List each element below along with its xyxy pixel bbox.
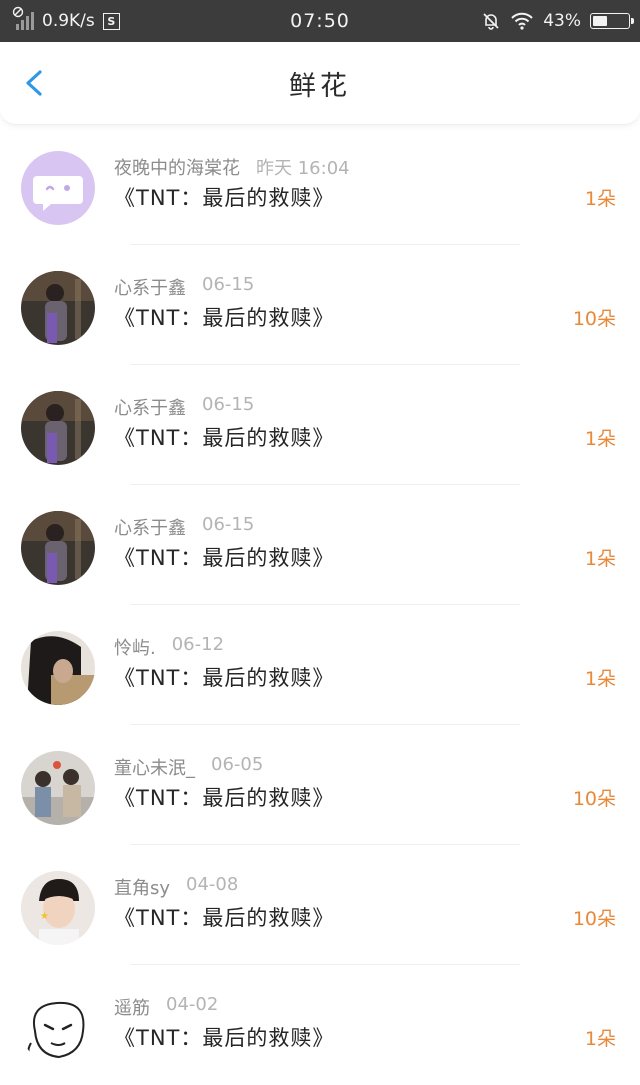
sender-name[interactable]: 童心未泯_: [114, 754, 195, 780]
flower-count: 1朵: [584, 188, 616, 210]
sender-name[interactable]: 心系于鑫: [114, 514, 186, 540]
status-bar: 0.9K/s S 07:50 43% ⚡: [0, 0, 640, 42]
photo-avatar: ★: [21, 871, 95, 945]
flower-count: 1朵: [584, 668, 616, 690]
charging-bolt-icon: ⚡: [606, 14, 614, 28]
flower-count: 1朵: [584, 1028, 616, 1050]
list-item[interactable]: 夜晚中的海棠花 昨天 16:04 《TNT：最后的救赎》 1朵: [0, 125, 640, 245]
battery-fill: [593, 16, 607, 26]
work-title[interactable]: 《TNT：最后的救赎》: [114, 782, 334, 812]
send-date: 06-12: [171, 634, 225, 655]
sender-name[interactable]: 遥筋: [114, 994, 150, 1020]
flower-count: 1朵: [584, 428, 616, 450]
send-date: 昨天 16:04: [256, 158, 350, 179]
list-item[interactable]: ★ 直角sy 04-08 《TNT：最后的救赎》 10朵: [0, 845, 640, 965]
sender-line: 怜屿. 06-12: [114, 634, 224, 660]
work-title[interactable]: 《TNT：最后的救赎》: [114, 902, 334, 932]
photo-avatar: [21, 271, 95, 345]
battery-percent: 43%: [543, 11, 581, 31]
work-title[interactable]: 《TNT：最后的救赎》: [114, 542, 334, 572]
avatar[interactable]: [21, 631, 95, 705]
wifi-icon: [511, 12, 533, 30]
avatar[interactable]: ★: [21, 871, 95, 945]
avatar[interactable]: [21, 751, 95, 825]
send-date: 06-15: [202, 394, 255, 415]
sender-name[interactable]: 直角sy: [114, 874, 170, 900]
bell-muted-icon: [483, 13, 499, 30]
list-item[interactable]: 心系于鑫 06-15 《TNT：最后的救赎》 10朵: [0, 245, 640, 365]
send-date: 06-05: [211, 754, 264, 775]
work-title[interactable]: 《TNT：最后的救赎》: [114, 662, 334, 692]
page-title: 鲜花: [289, 70, 351, 102]
sender-name[interactable]: 怜屿.: [114, 634, 156, 660]
list-item[interactable]: 心系于鑫 06-15 《TNT：最后的救赎》 1朵: [0, 365, 640, 485]
list-item[interactable]: 怜屿. 06-12 《TNT：最后的救赎》 1朵: [0, 605, 640, 725]
sender-line: 心系于鑫 06-15: [114, 274, 254, 300]
send-date: 06-15: [202, 514, 255, 535]
battery-icon: ⚡: [590, 13, 634, 29]
flower-record-list: 夜晚中的海棠花 昨天 16:04 《TNT：最后的救赎》 1朵 心系于鑫 06-…: [0, 125, 640, 1085]
sender-line: 童心未泯_ 06-05: [114, 754, 263, 780]
work-title[interactable]: 《TNT：最后的救赎》: [114, 1022, 334, 1052]
work-title[interactable]: 《TNT：最后的救赎》: [114, 422, 334, 452]
avatar[interactable]: [21, 391, 95, 465]
list-item[interactable]: 童心未泯_ 06-05 《TNT：最后的救赎》 10朵: [0, 725, 640, 845]
flower-count: 1朵: [584, 548, 616, 570]
work-title[interactable]: 《TNT：最后的救赎》: [114, 182, 334, 212]
avatar[interactable]: [21, 511, 95, 585]
chat-bubble-icon: [21, 151, 95, 225]
list-item[interactable]: 遥筋 04-02 《TNT：最后的救赎》 1朵: [0, 965, 640, 1085]
cartoon-face-avatar: [21, 991, 95, 1065]
flower-count: 10朵: [572, 788, 616, 810]
photo-avatar: [21, 391, 95, 465]
sender-line: 心系于鑫 06-15: [114, 394, 254, 420]
avatar[interactable]: [21, 271, 95, 345]
photo-avatar: [21, 751, 95, 825]
sender-name[interactable]: 心系于鑫: [114, 394, 186, 420]
status-right: 43% ⚡: [481, 0, 634, 42]
sender-line: 夜晚中的海棠花 昨天 16:04: [114, 154, 350, 180]
list-item[interactable]: 心系于鑫 06-15 《TNT：最后的救赎》 1朵: [0, 485, 640, 605]
avatar[interactable]: [21, 991, 95, 1065]
send-date: 04-02: [166, 994, 219, 1015]
sender-name[interactable]: 夜晚中的海棠花: [114, 154, 240, 180]
photo-avatar: [21, 511, 95, 585]
send-date: 06-15: [202, 274, 255, 295]
work-title[interactable]: 《TNT：最后的救赎》: [114, 302, 334, 332]
avatar[interactable]: [21, 151, 95, 225]
photo-avatar: [21, 631, 95, 705]
header: 鲜花: [0, 42, 640, 125]
sender-name[interactable]: 心系于鑫: [114, 274, 186, 300]
flower-count: 10朵: [572, 308, 616, 330]
send-date: 04-08: [186, 874, 239, 895]
sender-line: 遥筋 04-02: [114, 994, 218, 1020]
flower-count: 10朵: [572, 908, 616, 930]
svg-text:★: ★: [40, 911, 49, 922]
sender-line: 直角sy 04-08: [114, 874, 238, 900]
sender-line: 心系于鑫 06-15: [114, 514, 254, 540]
